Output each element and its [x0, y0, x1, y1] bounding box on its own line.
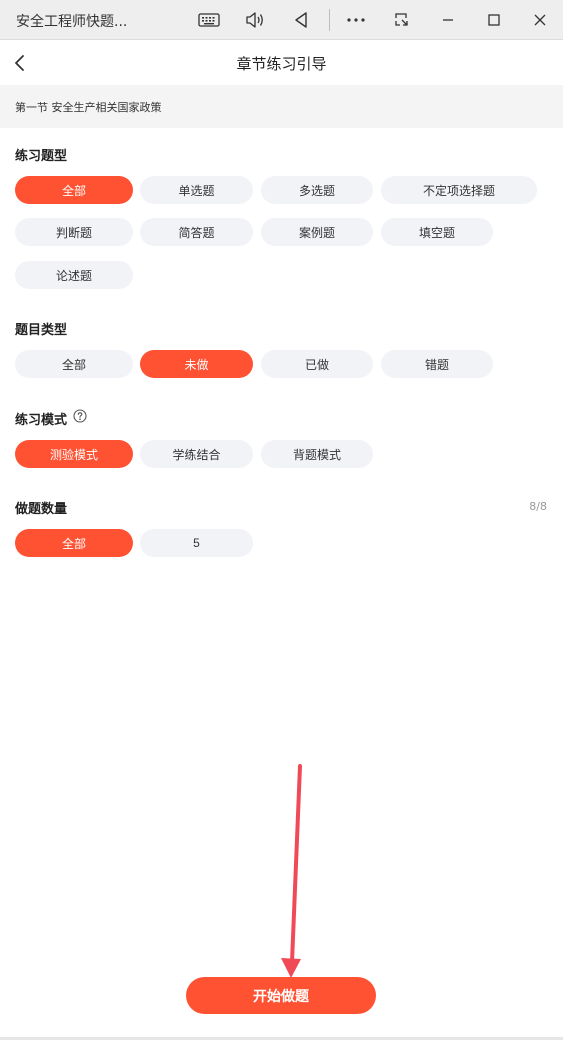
question-count-value: 8/8: [529, 500, 547, 513]
practice-type-option-case[interactable]: 案例题: [261, 218, 373, 246]
practice-type-title: 练习题型: [15, 149, 68, 164]
practice-type-option-judge[interactable]: 判断题: [15, 218, 133, 246]
help-icon[interactable]: [73, 409, 87, 423]
practice-type-option-indefinite[interactable]: 不定项选择题: [381, 176, 537, 204]
practice-mode-title: 练习模式: [15, 413, 68, 428]
more-icon[interactable]: [342, 6, 370, 34]
page-title: 章节练习引导: [236, 55, 327, 73]
keyboard-icon[interactable]: [195, 6, 223, 34]
start-practice-button[interactable]: 开始做题: [186, 977, 376, 1014]
practice-type-option-short-answer[interactable]: 简答题: [140, 218, 253, 246]
question-count-option-5[interactable]: 5: [140, 529, 253, 557]
practice-type-option-multi[interactable]: 多选题: [261, 176, 373, 204]
maximize-icon[interactable]: [480, 6, 508, 34]
question-count-title: 做题数量: [15, 502, 68, 517]
practice-mode-option-memorize[interactable]: 背题模式: [261, 440, 373, 468]
practice-type-option-essay[interactable]: 论述题: [15, 261, 133, 289]
back-triangle-icon[interactable]: [287, 6, 315, 34]
close-icon[interactable]: [526, 6, 554, 34]
titlebar-separator: [329, 9, 330, 31]
annotation-arrow: [281, 764, 302, 978]
volume-icon[interactable]: [241, 6, 269, 34]
question-count-option-all[interactable]: 全部: [15, 529, 133, 557]
chapter-label: 第一节 安全生产相关国家政策: [15, 101, 162, 114]
window-titlebar: 安全工程师快题...: [0, 0, 563, 40]
question-status-option-undone[interactable]: 未做: [140, 350, 253, 378]
question-status-option-wrong[interactable]: 错题: [381, 350, 493, 378]
question-status-title: 题目类型: [15, 323, 68, 338]
chapter-bar: 第一节 安全生产相关国家政策: [0, 85, 563, 128]
minimize-icon[interactable]: [434, 6, 462, 34]
practice-mode-option-learn-practice[interactable]: 学练结合: [140, 440, 253, 468]
practice-mode-option-quiz[interactable]: 测验模式: [15, 440, 133, 468]
nav-bar: 章节练习引导: [0, 41, 563, 85]
screen-capture-icon[interactable]: [388, 6, 416, 34]
question-status-option-done[interactable]: 已做: [261, 350, 373, 378]
practice-type-option-all[interactable]: 全部: [15, 176, 133, 204]
practice-type-option-fill-blank[interactable]: 填空题: [381, 218, 493, 246]
practice-type-option-single[interactable]: 单选题: [140, 176, 253, 204]
window-title: 安全工程师快题...: [16, 14, 128, 30]
question-status-option-all[interactable]: 全部: [15, 350, 133, 378]
